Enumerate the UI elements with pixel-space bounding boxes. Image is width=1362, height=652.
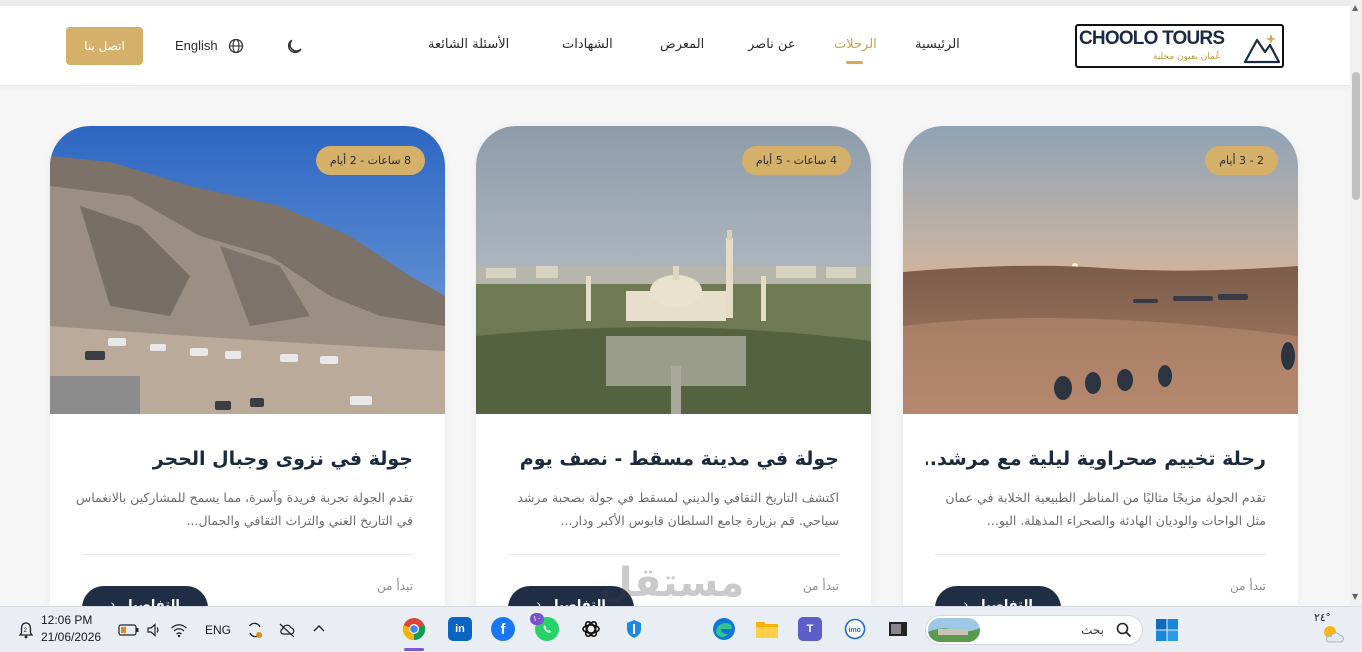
tour-description: تقدم الجولة تجربة فريدة وآسرة، مما يسمح … <box>75 490 413 528</box>
battery-icon[interactable] <box>118 624 140 636</box>
chevron-up-icon[interactable] <box>312 623 326 633</box>
clock-date[interactable]: 21/06/2026 <box>41 630 101 644</box>
card-divider <box>508 554 839 555</box>
nav-gallery[interactable]: المعرض <box>660 37 704 57</box>
chrome-icon[interactable] <box>402 617 426 641</box>
tour-duration-badge: 4 ساعات - 5 أيام <box>741 146 851 175</box>
nav-trips[interactable]: الرحلات <box>834 37 877 57</box>
imo-icon[interactable]: imo <box>843 617 867 641</box>
search-placeholder: بحث <box>1081 623 1104 637</box>
tour-card-muscat[interactable]: 4 ساعات - 5 أيام جولة في مدينة مسقط - نص… <box>476 126 871 626</box>
price-starts-from-label: تبدأ من <box>377 579 413 593</box>
nav-about[interactable]: عن ناصر <box>748 37 796 57</box>
nav-testimonials[interactable]: الشهادات <box>562 37 613 57</box>
sync-icon[interactable] <box>246 621 264 639</box>
language-switch[interactable]: English <box>175 38 218 53</box>
facebook-icon[interactable]: f <box>491 617 515 641</box>
windows-start-icon[interactable] <box>1155 618 1179 642</box>
site-logo[interactable]: CHOOLO TOURS عُمان بعيون محلية <box>1075 24 1284 68</box>
tour-description: تقدم الجولة مزيجًا مثاليًا من المناظر ال… <box>945 490 1266 528</box>
tour-description: اكتشف التاريخ الثقافي والديني لمسقط في ج… <box>517 490 839 528</box>
tour-duration-badge: 8 ساعات - 2 أيام <box>315 146 425 175</box>
file-explorer-icon[interactable] <box>755 617 779 641</box>
cloud-offline-icon[interactable] <box>278 622 296 638</box>
tour-duration-badge: 2 - 3 أيام <box>1205 146 1278 175</box>
tour-card-nizwa[interactable]: 8 ساعات - 2 أيام جولة في نزوى وجبال الحج… <box>50 126 445 626</box>
svg-text:2: 2 <box>24 628 28 634</box>
card-divider <box>82 554 413 555</box>
price-starts-from-label: تبدأ من <box>803 579 839 593</box>
taskbar-search-box[interactable]: بحث <box>925 615 1143 645</box>
app-icon[interactable] <box>886 617 910 641</box>
volume-icon[interactable] <box>146 622 162 638</box>
wifi-icon[interactable] <box>170 622 188 638</box>
logo-tagline: عُمان بعيون محلية <box>1153 52 1221 62</box>
nav-faq[interactable]: الأسئلة الشائعة <box>428 37 509 57</box>
antivirus-icon[interactable] <box>622 617 646 641</box>
dark-mode-moon-icon[interactable] <box>287 37 305 55</box>
input-language-indicator[interactable]: ENG <box>205 623 231 637</box>
weather-sun-cloud-icon <box>1324 626 1344 643</box>
price-starts-from-label: تبدأ من <box>1230 579 1266 593</box>
search-icon <box>1116 622 1132 638</box>
logo-brand-name: CHOOLO TOURS <box>1079 28 1225 49</box>
globe-icon[interactable] <box>228 38 244 54</box>
scroll-up-arrow-icon[interactable]: ▲ <box>1352 3 1358 12</box>
clock-time[interactable]: 12:06 PM <box>41 613 92 627</box>
tour-title[interactable]: رحلة تخييم صحراوية ليلية مع مرشد... <box>926 448 1266 470</box>
teams-icon[interactable]: T <box>798 617 822 641</box>
contact-us-button[interactable]: اتصل بنا <box>66 27 143 65</box>
scrollbar-thumb[interactable] <box>1352 72 1360 200</box>
card-divider <box>935 554 1266 555</box>
svg-text:imo: imo <box>849 627 861 634</box>
nav-active-indicator <box>846 61 863 64</box>
windows-taskbar: 2 12:06 PM 21/06/2026 ENG in f ١٠ T imo … <box>0 606 1362 652</box>
scroll-down-arrow-icon[interactable]: ▼ <box>1352 592 1358 601</box>
edge-icon[interactable] <box>712 617 736 641</box>
browser-top-strip <box>0 0 1350 6</box>
nav-home[interactable]: الرئيسية <box>915 37 960 57</box>
search-highlight-image <box>928 618 980 642</box>
linkedin-icon[interactable]: in <box>448 617 472 641</box>
tour-title[interactable]: جولة في مدينة مسقط - نصف يوم <box>499 448 839 470</box>
notification-bell-icon[interactable]: 2 <box>18 621 34 639</box>
site-header: CHOOLO TOURS عُمان بعيون محلية الرئيسية … <box>0 0 1350 86</box>
whatsapp-badge: ١٠ <box>530 613 544 625</box>
active-app-indicator <box>404 648 424 651</box>
tour-card-desert[interactable]: 2 - 3 أيام رحلة تخييم صحراوية ليلية مع م… <box>903 126 1298 626</box>
mountain-logo-icon <box>1243 34 1281 64</box>
chatgpt-icon[interactable] <box>579 617 603 641</box>
tour-title[interactable]: جولة في نزوى وجبال الحجر <box>73 448 413 470</box>
